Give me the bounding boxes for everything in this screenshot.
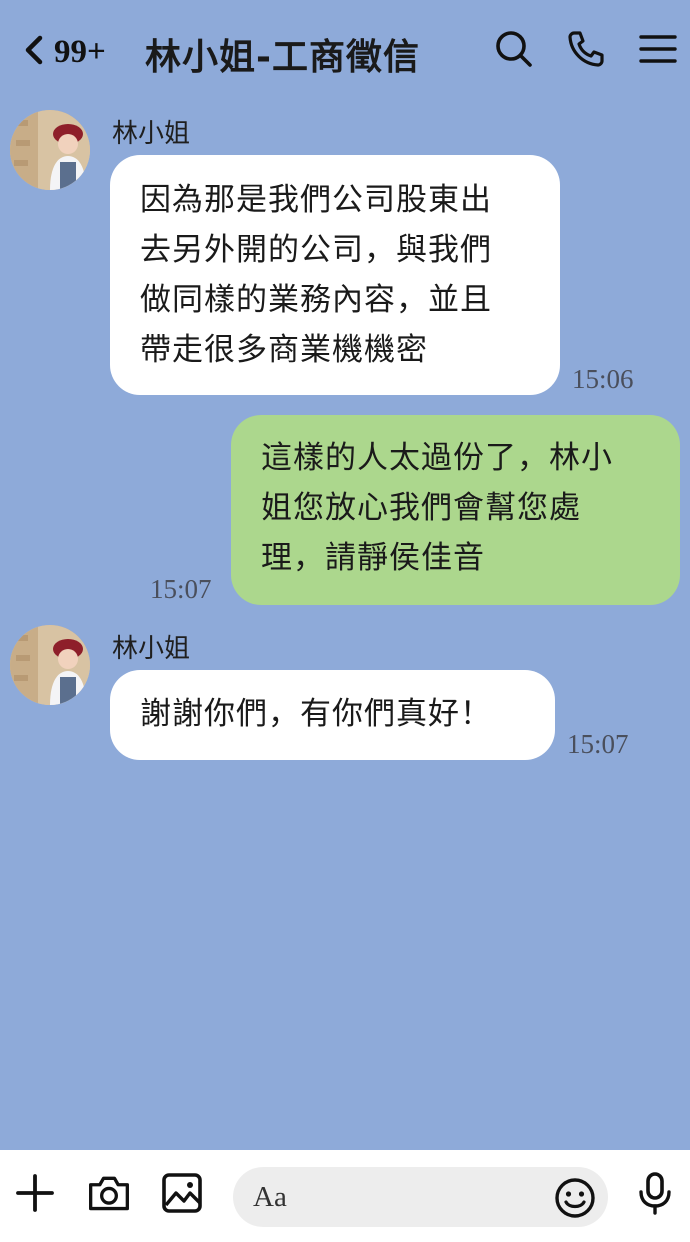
- add-button[interactable]: [12, 1172, 58, 1218]
- image-icon: [160, 1171, 204, 1219]
- avatar[interactable]: [10, 625, 90, 705]
- message-text-line: 謝謝你們，有你們真好！: [140, 696, 492, 732]
- message-time: 15:07: [567, 729, 629, 759]
- menu-icon: [638, 29, 678, 73]
- camera-button[interactable]: [86, 1172, 132, 1218]
- message-text-line: 姐您放心我們會幫您處: [261, 490, 581, 526]
- back-button[interactable]: 99+: [20, 30, 106, 74]
- menu-button[interactable]: [637, 30, 679, 72]
- message-text-line: 帶走很多商業機機密: [140, 332, 428, 368]
- message-bubble-incoming[interactable]: 謝謝你們，有你們真好！: [110, 670, 555, 760]
- message-time: 15:07: [150, 574, 212, 604]
- chat-header: 99+ 林小姐-工商徵信: [0, 0, 690, 100]
- search-icon: [494, 29, 534, 73]
- microphone-icon: [633, 1171, 677, 1219]
- message-input[interactable]: [233, 1167, 608, 1227]
- message-time: 15:06: [572, 364, 634, 394]
- chevron-left-icon: [20, 32, 48, 72]
- camera-icon: [87, 1171, 131, 1219]
- unread-count: 99+: [54, 33, 106, 70]
- message-bubble-outgoing[interactable]: 這樣的人太過份了，林小 姐您放心我們會幫您處 理，請靜侯佳音: [231, 415, 680, 605]
- sender-name: 林小姐: [112, 634, 191, 664]
- avatar[interactable]: [10, 110, 90, 190]
- message-bubble-incoming[interactable]: 因為那是我們公司股東出 去另外開的公司，與我們 做同樣的業務內容，並且 帶走很多…: [110, 155, 560, 395]
- input-bar: [0, 1150, 690, 1242]
- message-text-line: 去另外開的公司，與我們: [140, 232, 492, 268]
- chat-title: 林小姐-工商徵信: [145, 37, 420, 78]
- gallery-button[interactable]: [159, 1172, 205, 1218]
- plus-icon: [13, 1171, 57, 1219]
- message-text-line: 這樣的人太過份了，林小: [261, 440, 613, 476]
- phone-icon: [566, 29, 606, 73]
- message-text-line: 理，請靜侯佳音: [261, 540, 485, 576]
- emoji-icon: [553, 1178, 597, 1224]
- voice-button[interactable]: [632, 1172, 678, 1218]
- emoji-button[interactable]: [553, 1176, 597, 1220]
- search-button[interactable]: [493, 30, 535, 72]
- sender-name: 林小姐: [112, 119, 191, 149]
- message-text-line: 因為那是我們公司股東出: [140, 182, 492, 218]
- message-text-line: 做同樣的業務內容，並且: [140, 282, 492, 318]
- call-button[interactable]: [565, 30, 607, 72]
